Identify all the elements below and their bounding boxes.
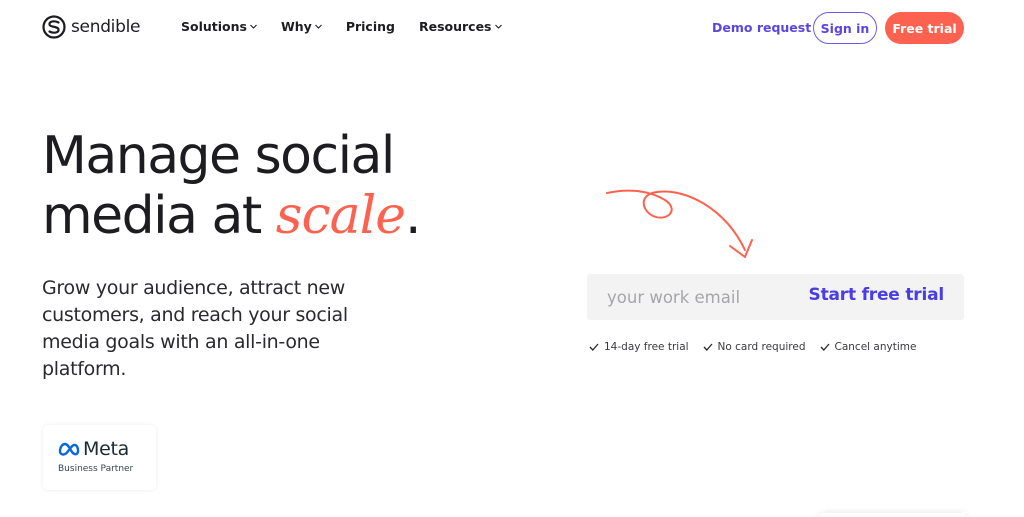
nav-link-label: Pricing	[345, 19, 395, 34]
benefit-item: No card required	[703, 341, 806, 353]
signup-form: Start free trial	[587, 274, 964, 320]
meta-business-partner-badge: Meta Business Partner	[43, 425, 156, 490]
work-email-input[interactable]	[607, 285, 807, 309]
chevron-down-icon	[250, 24, 257, 29]
sendible-s-logo-icon	[42, 15, 66, 39]
benefit-label: No card required	[717, 341, 806, 353]
nav-link-solutions[interactable]: Solutions	[181, 19, 257, 34]
hero-subtitle: Grow your audience, attract new customer…	[42, 277, 348, 380]
sign-in-button[interactable]: Sign in	[813, 12, 877, 44]
nav-link-pricing[interactable]: Pricing	[346, 19, 395, 34]
top-navigation: sendible Solutions Why Pricing Resources…	[0, 0, 1024, 56]
chevron-down-icon	[314, 24, 322, 29]
trial-benefits: 14-day free trial No card required Cance…	[589, 341, 916, 353]
benefit-item: 14-day free trial	[589, 341, 689, 353]
start-free-trial-button[interactable]: Start free trial	[809, 285, 945, 305]
checkmark-icon	[589, 343, 599, 351]
free-trial-button[interactable]: Free trial	[885, 12, 964, 44]
nav-link-resources[interactable]: Resources	[419, 19, 502, 34]
checkmark-icon	[820, 343, 829, 351]
benefit-label: 14-day free trial	[604, 341, 689, 353]
demo-request-link[interactable]: Demo request	[712, 20, 811, 35]
benefit-label: Cancel anytime	[834, 341, 917, 353]
nav-links: Solutions Why Pricing Resources	[181, 19, 526, 34]
hero-headline: Manage social media at scale.	[42, 126, 422, 246]
benefit-item: Cancel anytime	[820, 341, 917, 353]
nav-link-why[interactable]: Why	[281, 19, 322, 34]
chevron-down-icon	[494, 24, 502, 29]
headline-accent-word: scale	[275, 186, 406, 246]
headline-period: .	[405, 186, 422, 246]
sendible-logo[interactable]: sendible	[42, 15, 140, 39]
preview-card-edge	[820, 513, 965, 517]
meta-logo: Meta	[57, 438, 129, 460]
checkmark-icon	[703, 343, 713, 351]
meta-wordmark: Meta	[83, 438, 129, 460]
logo-text: sendible	[71, 17, 141, 37]
nav-link-label: Solutions	[181, 19, 247, 34]
nav-link-label: Resources	[418, 19, 492, 34]
partner-label: Business Partner	[58, 464, 134, 474]
meta-infinity-icon	[58, 442, 80, 456]
nav-link-label: Why	[280, 19, 312, 34]
headline-line-2: media at	[42, 186, 276, 246]
headline-line-1: Manage social	[42, 126, 395, 186]
curly-arrow-icon	[606, 189, 753, 258]
